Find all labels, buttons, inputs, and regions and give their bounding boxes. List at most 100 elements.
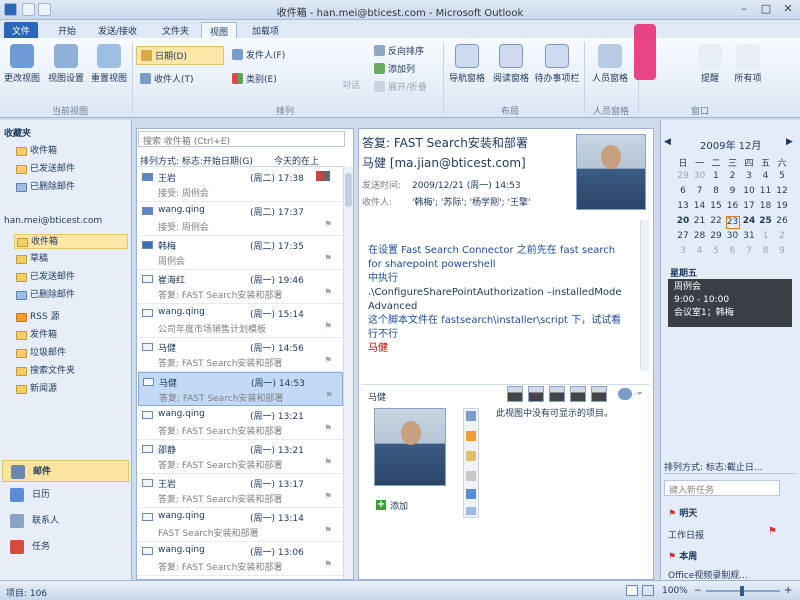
maximize-icon[interactable]: □ <box>756 2 776 17</box>
table-row[interactable]: wang.qing (周一) 13:14 FAST Search安装和部署 ⚑ <box>138 508 343 542</box>
rss-icon[interactable] <box>466 431 476 441</box>
task-item[interactable]: 工作日报 <box>668 528 704 541</box>
table-row[interactable]: 王岩 (周二) 17:38 接受: 周例会 <box>138 168 343 202</box>
table-row[interactable]: 韩梅 (周二) 17:35 周例会 ⚑ <box>138 236 343 270</box>
sidebar-item-sent[interactable]: 已发送邮件 <box>14 270 128 285</box>
sidebar-item-outbox[interactable]: 发件箱 <box>14 328 128 343</box>
table-row[interactable]: 崔海红 (周一) 19:46 答复: FAST Search安装和部署 ⚑ <box>138 270 343 304</box>
chevron-down-icon[interactable]: ⌄ <box>636 387 644 397</box>
reset-view-button[interactable]: 重置视图 <box>88 44 130 84</box>
calendar-day[interactable]: 25 <box>759 216 773 226</box>
calendar-day[interactable]: 3 <box>742 171 756 181</box>
calendar-day[interactable]: 18 <box>759 201 773 211</box>
change-view-button[interactable]: 更改视图 <box>2 44 42 84</box>
search-input[interactable]: 搜索 收件箱 (Ctrl+E) <box>138 131 345 147</box>
favorites-header[interactable]: 收藏夹 <box>4 126 31 139</box>
sidebar-item-news[interactable]: 新闻源 <box>14 382 128 397</box>
tab-send-receive[interactable]: 发送/接收 <box>90 22 145 38</box>
appointment-item[interactable]: 周例会 9:00 - 10:00 会议室1；韩梅 <box>668 279 792 327</box>
calendar-day[interactable]: 2 <box>775 231 789 241</box>
calendar-day[interactable]: 22 <box>709 216 723 226</box>
fav-deleted[interactable]: 已删除邮件 <box>14 180 128 195</box>
expand-collapse-button[interactable]: 展开/折叠 <box>374 80 427 93</box>
calendar-day[interactable]: 30 <box>693 171 707 181</box>
calendar-day[interactable]: 19 <box>775 201 789 211</box>
flag-icon[interactable]: ⚑ <box>768 526 777 537</box>
calendar-day[interactable]: 1 <box>709 171 723 181</box>
calendar-prev-icon[interactable]: ◀ <box>664 137 671 147</box>
table-row-selected[interactable]: 马健 (周一) 14:53 答复: FAST Search安装和部署 ⚑ <box>138 372 343 406</box>
calendar-day[interactable]: 20 <box>676 216 690 226</box>
sidebar-item-drafts[interactable]: 草稿 <box>14 252 128 267</box>
tab-file[interactable]: 文件 <box>4 22 39 38</box>
tab-home[interactable]: 开始 <box>50 22 84 38</box>
reverse-sort-button[interactable]: 反向排序 <box>374 44 424 57</box>
calendar-day[interactable]: 6 <box>676 186 690 196</box>
calendar-day[interactable]: 31 <box>742 231 756 241</box>
arrange-by-date-button[interactable]: 日期(D) <box>136 46 224 65</box>
table-row[interactable]: wang.qing (周一) 13:06 答复: FAST Search安装和部署 ⚑ <box>138 542 343 576</box>
people-icon[interactable] <box>618 388 632 400</box>
module-contacts-button[interactable]: 联系人 <box>2 510 129 532</box>
contact-thumbnail[interactable] <box>528 386 544 402</box>
flag-icon[interactable]: ⚑ <box>324 356 334 366</box>
table-row[interactable]: wang.qing (周一) 15:14 公司年度市场销售计划模板 ⚑ <box>138 304 343 338</box>
calendar-day[interactable]: 30 <box>726 231 740 241</box>
calendar-day[interactable]: 10 <box>742 186 756 196</box>
calendar-day[interactable]: 28 <box>693 231 707 241</box>
fav-sent[interactable]: 已发送邮件 <box>14 162 128 177</box>
calendar-day[interactable]: 13 <box>676 201 690 211</box>
sort-header[interactable]: 排列方式: 标志:开始日期(G) 今天的在上 <box>138 151 345 167</box>
table-row[interactable]: 王岩 (周一) 13:17 答复: FAST Search安装和部署 ⚑ <box>138 474 343 508</box>
flag-icon[interactable]: ⚑ <box>324 458 334 468</box>
calendar-day[interactable]: 2 <box>726 171 740 181</box>
task-group-tomorrow[interactable]: ⚑ 明天 <box>668 506 697 519</box>
sidebar-item-inbox[interactable]: 收件箱 <box>14 234 128 249</box>
calendar-day[interactable]: 5 <box>709 246 723 256</box>
arrange-by-category-button[interactable]: 类别(E) <box>232 72 277 85</box>
zoom-slider-thumb[interactable] <box>740 586 744 596</box>
calendar-icon[interactable] <box>466 489 476 499</box>
calendar-day[interactable]: 29 <box>676 171 690 181</box>
message-from[interactable]: 马健 [ma.jian@bticest.com] <box>362 154 526 171</box>
tab-folder[interactable]: 文件夹 <box>154 22 197 38</box>
todo-bar-button[interactable]: 待办事项栏 <box>533 44 581 84</box>
sidebar-item-search-folders[interactable]: 搜索文件夹 <box>14 364 128 379</box>
module-calendar-button[interactable]: 日历 <box>2 484 129 506</box>
sidebar-item-junk[interactable]: 垃圾邮件 <box>14 346 128 361</box>
flag-icon[interactable]: ⚑ <box>324 322 334 332</box>
calendar-day[interactable]: 23 <box>725 216 740 229</box>
task-group-this-week[interactable]: ⚑ 本周 <box>668 549 697 562</box>
flag-icon[interactable]: ⚑ <box>324 492 334 502</box>
calendar-day[interactable]: 8 <box>759 246 773 256</box>
people-pane-button[interactable]: 人员窗格 <box>588 44 632 84</box>
calendar-day[interactable]: 9 <box>726 186 740 196</box>
reminders-button[interactable]: 提醒 <box>690 44 730 84</box>
reading-pane-button[interactable]: 阅读窗格 <box>490 44 532 84</box>
calendar-day[interactable]: 21 <box>693 216 707 226</box>
calendar-day[interactable]: 3 <box>676 246 690 256</box>
calendar-day[interactable]: 26 <box>775 216 789 226</box>
conversation-button[interactable]: 对话 <box>336 78 366 91</box>
calendar-next-icon[interactable]: ▶ <box>786 137 793 147</box>
calendar-day[interactable]: 8 <box>709 186 723 196</box>
calendar-day[interactable]: 15 <box>709 201 723 211</box>
table-row[interactable]: 马健 (周一) 14:56 答复: FAST Search安装和部署 ⚑ <box>138 338 343 372</box>
calendar-day[interactable]: 1 <box>759 231 773 241</box>
contact-thumbnail[interactable] <box>549 386 565 402</box>
sidebar-item-deleted[interactable]: 已删除邮件 <box>14 288 128 303</box>
calendar-day[interactable]: 5 <box>775 171 789 181</box>
calendar-day[interactable]: 6 <box>726 246 740 256</box>
zoom-out-icon[interactable]: − <box>694 586 702 596</box>
arrange-by-from-button[interactable]: 发件人(F) <box>232 48 285 61</box>
flag-icon[interactable]: ⚑ <box>324 560 334 570</box>
contact-thumbnail[interactable] <box>570 386 586 402</box>
table-row[interactable]: wang.qing (周一) 13:21 答复: FAST Search安装和部署 ⚑ <box>138 406 343 440</box>
flag-icon[interactable]: ⚑ <box>324 526 334 536</box>
flag-icon[interactable]: ⚑ <box>325 391 335 401</box>
navigation-pane-button[interactable]: 导航窗格 <box>446 44 488 84</box>
chat-icon[interactable] <box>466 507 476 515</box>
tab-view[interactable]: 视图 <box>201 22 238 38</box>
scrollbar-thumb[interactable] <box>345 173 352 207</box>
calendar-day[interactable]: 14 <box>693 201 707 211</box>
